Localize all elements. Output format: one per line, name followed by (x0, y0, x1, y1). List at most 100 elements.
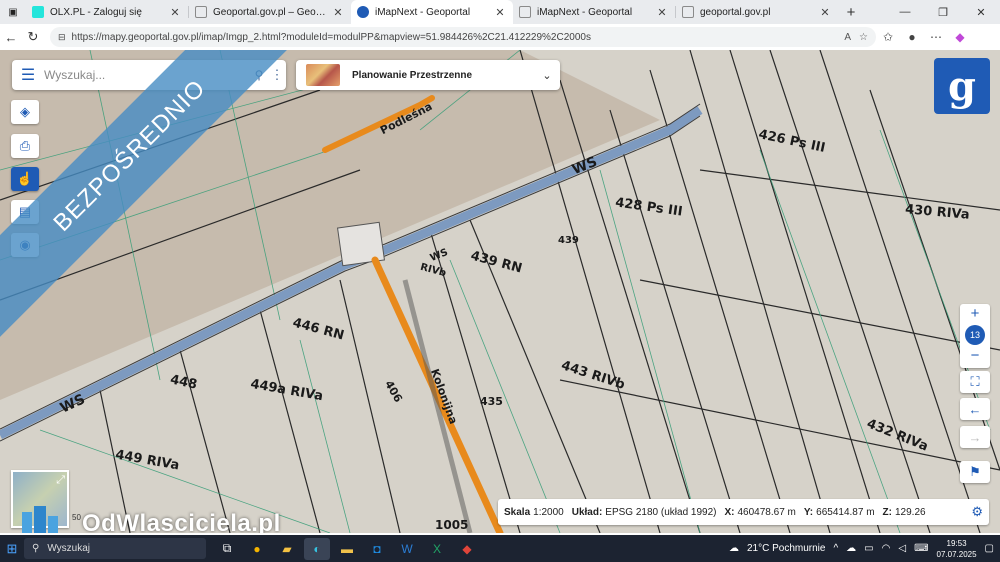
file-explorer-icon[interactable]: ▰ (274, 538, 300, 560)
tab-title: OLX.PL - Zaloguj się (50, 6, 142, 18)
close-tab-icon[interactable]: ✕ (168, 6, 182, 19)
tab-title: iMapNext - Geoportal (537, 6, 633, 18)
weather-text[interactable]: 21°C Pochmurnie (747, 543, 825, 554)
watermark-logo-icon (22, 506, 58, 533)
settings-gear-icon[interactable]: ⚙ (971, 504, 983, 520)
system-tray: ☁ 21°C Pochmurnie ^ ☁ ▭ ◠ ◁ ⌨ 19:53 07.0… (729, 538, 1000, 560)
close-tab-icon[interactable]: ✕ (655, 6, 669, 19)
zoom-out-button[interactable]: − (960, 346, 990, 366)
close-tab-icon[interactable]: ✕ (818, 6, 832, 19)
zoom-in-button[interactable]: + (960, 304, 990, 324)
y-value: 665414.87 m (816, 506, 875, 518)
favorite-star-icon[interactable]: ☆ (859, 32, 868, 43)
reload-icon[interactable]: ↻ (22, 29, 44, 45)
previous-view-button[interactable]: ← (960, 398, 990, 420)
next-view-button[interactable]: → (960, 426, 990, 448)
more-menu-icon[interactable]: ⋯ (924, 30, 948, 44)
parcel-label: 435 (480, 395, 503, 408)
minimize-icon[interactable]: — (886, 0, 924, 24)
geoportal-logo[interactable]: g (934, 58, 990, 114)
tab-imapnext-active[interactable]: iMapNext - Geoportal ✕ (351, 0, 513, 24)
tab-title: iMapNext - Geoportal (375, 6, 471, 18)
expand-icon[interactable]: ⤢ (56, 474, 65, 487)
more-options-icon[interactable]: ⋮ (268, 67, 286, 83)
wifi-icon[interactable]: ◠ (882, 543, 891, 554)
x-readout: X: 460478.67 m (724, 507, 795, 518)
watermark-text: OdWlasciciela.pl (82, 510, 281, 533)
cloud-icon[interactable]: ☁ (846, 543, 856, 554)
layers-icon: ◈ (20, 104, 30, 119)
taskbar-search-label: Wyszukaj (47, 543, 91, 554)
windows-start-icon[interactable]: ⊞ (0, 541, 24, 557)
read-aloud-icon[interactable]: A (844, 32, 851, 43)
task-view-icon[interactable]: ⧉ (214, 538, 240, 560)
pointer-tool-button[interactable]: ☝ (11, 167, 39, 191)
layer-selector[interactable]: Planowanie Przestrzenne ⌄ (296, 60, 560, 90)
x-value: 460478.67 m (737, 506, 796, 518)
notification-icon[interactable]: ▢ (985, 543, 994, 554)
z-value: 129.26 (894, 506, 926, 518)
olx-favicon-icon (32, 6, 44, 18)
zoom-control: + 13 − (960, 304, 990, 368)
site-info-icon[interactable]: ⊟ (58, 32, 66, 43)
fullscreen-button[interactable]: ⛶ (960, 371, 990, 393)
word-icon[interactable]: W (394, 538, 420, 560)
tab-olx[interactable]: OLX.PL - Zaloguj się ✕ (26, 0, 188, 24)
x-label: X: (724, 506, 735, 518)
tab-title: geoportal.gov.pl (700, 6, 771, 18)
restore-icon[interactable]: ❐ (924, 0, 962, 24)
taskbar-search[interactable]: ⚲ Wyszukaj (24, 538, 206, 559)
clock-time: 19:53 (946, 538, 967, 548)
tab-title: Geoportal.gov.pl – Geoportal Infr (213, 6, 331, 18)
chevron-down-icon[interactable]: ⌄ (534, 69, 560, 82)
weather-icon[interactable]: ☁ (729, 543, 739, 554)
battery-icon[interactable]: ▭ (864, 543, 873, 554)
chrome-icon[interactable]: ● (244, 538, 270, 560)
favorites-icon[interactable]: ✩ (876, 30, 900, 44)
parcel-label: 1005 (435, 518, 469, 532)
tab-geoportal[interactable]: geoportal.gov.pl ✕ (676, 0, 838, 24)
address-bar: ← ↻ ⊟ https://mapy.geoportal.gov.pl/imap… (0, 24, 1000, 51)
volume-icon[interactable]: ◁ (898, 543, 906, 554)
window-controls: — ❐ ✕ (886, 0, 1000, 24)
y-readout: Y: 665414.87 m (804, 507, 875, 518)
new-tab-button[interactable]: + (838, 0, 864, 24)
printer-icon: ⎙ (19, 138, 31, 153)
search-icon: ⚲ (32, 543, 40, 554)
scale-value: 1:2000 (533, 506, 564, 518)
hamburger-menu-icon[interactable]: ☰ (12, 65, 44, 85)
outlook-icon[interactable]: ◘ (364, 538, 390, 560)
print-button[interactable]: ⎙ (11, 134, 39, 158)
browser-tab-bar: ▣ OLX.PL - Zaloguj się ✕ Geoportal.gov.p… (0, 0, 1000, 24)
url-text: https://mapy.geoportal.gov.pl/imap/Imgp_… (71, 31, 591, 43)
tab-geoportal-infr[interactable]: Geoportal.gov.pl – Geoportal Infr ✕ (189, 0, 351, 24)
tab-imapnext[interactable]: iMapNext - Geoportal ✕ (513, 0, 675, 24)
zoom-level-badge: 13 (965, 325, 985, 345)
crs-readout[interactable]: Układ: EPSG 2180 (układ 1992) (572, 507, 717, 518)
layers-button[interactable]: ◈ (11, 100, 39, 124)
language-icon[interactable]: ⌨ (914, 543, 928, 554)
arrow-right-icon: → (968, 429, 982, 445)
back-arrow-icon[interactable]: ← (0, 30, 22, 45)
close-tab-icon[interactable]: ✕ (331, 6, 345, 19)
tab-actions-icon[interactable]: ▣ (0, 0, 26, 24)
page-favicon-icon (682, 6, 694, 18)
url-field[interactable]: ⊟ https://mapy.geoportal.gov.pl/imap/Img… (50, 27, 876, 47)
copilot-icon[interactable]: ◆ (948, 30, 972, 44)
folder-icon[interactable]: ▬ (334, 538, 360, 560)
map-canvas[interactable]: Podleśna Kolonijna WS WS WS 446 RN 449a … (0, 50, 1000, 533)
close-window-icon[interactable]: ✕ (962, 0, 1000, 24)
map-compare-button[interactable]: ⚑ (960, 461, 990, 483)
app-icon[interactable]: ◆ (454, 538, 480, 560)
tray-chevron-icon[interactable]: ^ (833, 543, 838, 554)
parcel-label: 439 (558, 235, 579, 246)
url-actions: A ☆ (844, 32, 868, 43)
layer-thumbnail (306, 64, 340, 86)
arrow-left-icon: ← (968, 401, 982, 417)
edge-icon[interactable]: ◐ (304, 537, 330, 560)
clock[interactable]: 19:53 07.07.2025 (937, 538, 977, 560)
clock-date: 07.07.2025 (936, 549, 977, 559)
profile-avatar-icon[interactable]: ● (900, 30, 924, 44)
excel-icon[interactable]: X (424, 538, 450, 560)
close-tab-icon[interactable]: ✕ (493, 6, 507, 19)
